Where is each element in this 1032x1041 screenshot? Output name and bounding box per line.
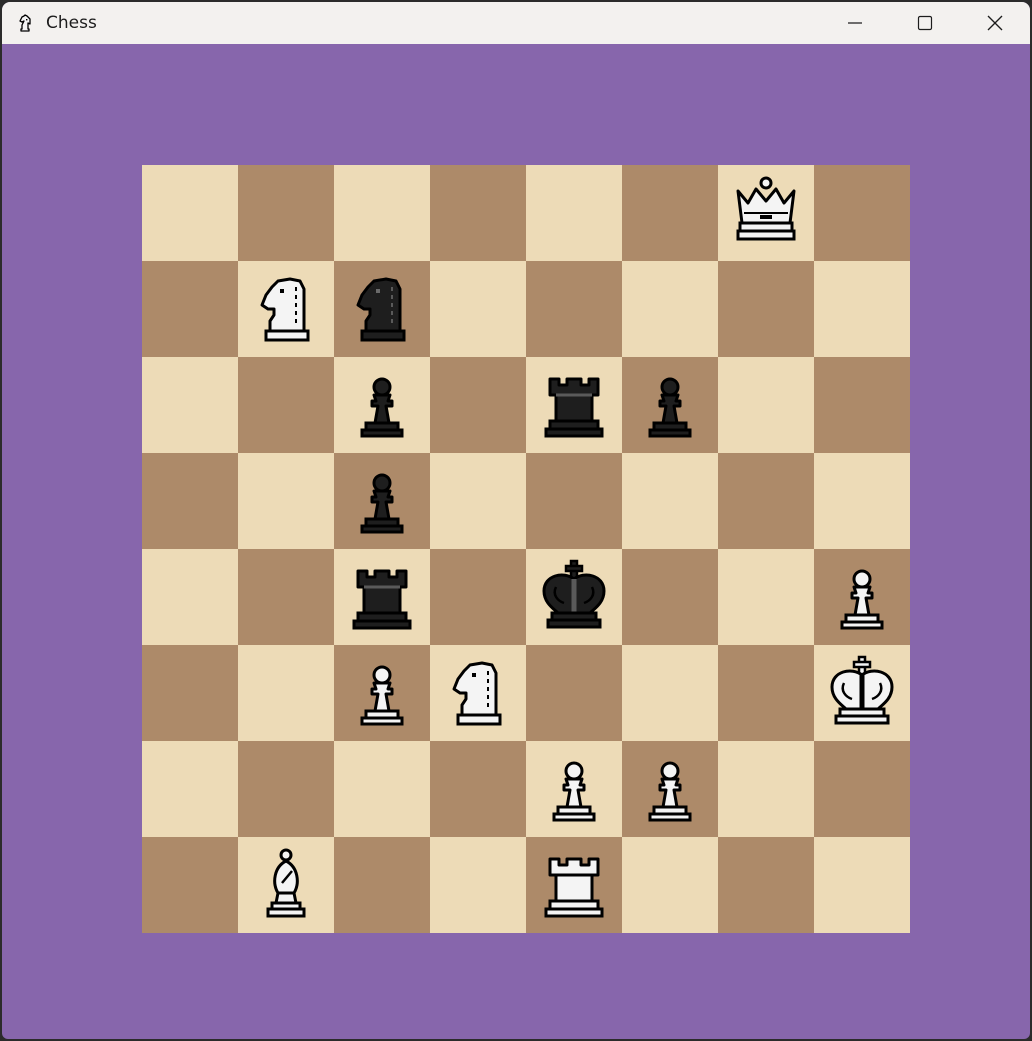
white-pawn-icon[interactable] (630, 749, 710, 829)
square-f5[interactable] (622, 453, 718, 549)
square-e4[interactable] (526, 549, 622, 645)
white-king-icon[interactable] (822, 653, 902, 733)
black-pawn-icon[interactable] (630, 365, 710, 445)
chess-window: Chess (2, 2, 1030, 1039)
square-c3[interactable] (334, 645, 430, 741)
white-pawn-icon[interactable] (822, 557, 902, 637)
square-b1[interactable] (238, 837, 334, 933)
black-pawn-icon[interactable] (342, 461, 422, 541)
black-pawn-icon[interactable] (342, 365, 422, 445)
close-button[interactable] (960, 2, 1030, 44)
square-d8[interactable] (430, 165, 526, 261)
minimize-button[interactable] (820, 2, 890, 44)
square-a7[interactable] (142, 261, 238, 357)
square-a8[interactable] (142, 165, 238, 261)
square-b5[interactable] (238, 453, 334, 549)
square-e5[interactable] (526, 453, 622, 549)
square-b6[interactable] (238, 357, 334, 453)
minimize-icon (848, 22, 862, 24)
square-e1[interactable] (526, 837, 622, 933)
maximize-button[interactable] (890, 2, 960, 44)
square-e6[interactable] (526, 357, 622, 453)
black-rook-icon[interactable] (534, 365, 614, 445)
square-b2[interactable] (238, 741, 334, 837)
title-bar[interactable]: Chess (2, 2, 1030, 44)
square-e2[interactable] (526, 741, 622, 837)
square-g7[interactable] (718, 261, 814, 357)
black-knight-icon[interactable] (342, 269, 422, 349)
maximize-icon (917, 15, 933, 31)
square-c1[interactable] (334, 837, 430, 933)
square-c6[interactable] (334, 357, 430, 453)
square-d2[interactable] (430, 741, 526, 837)
square-f8[interactable] (622, 165, 718, 261)
square-h5[interactable] (814, 453, 910, 549)
square-c4[interactable] (334, 549, 430, 645)
square-b8[interactable] (238, 165, 334, 261)
square-b4[interactable] (238, 549, 334, 645)
square-g1[interactable] (718, 837, 814, 933)
square-e8[interactable] (526, 165, 622, 261)
square-d3[interactable] (430, 645, 526, 741)
square-a2[interactable] (142, 741, 238, 837)
square-c5[interactable] (334, 453, 430, 549)
square-e7[interactable] (526, 261, 622, 357)
square-a3[interactable] (142, 645, 238, 741)
square-f7[interactable] (622, 261, 718, 357)
white-knight-icon[interactable] (246, 269, 326, 349)
chess-board[interactable] (142, 165, 910, 933)
square-g5[interactable] (718, 453, 814, 549)
square-h3[interactable] (814, 645, 910, 741)
white-queen-icon[interactable] (726, 173, 806, 253)
close-icon (987, 15, 1003, 31)
square-f6[interactable] (622, 357, 718, 453)
square-c2[interactable] (334, 741, 430, 837)
square-h6[interactable] (814, 357, 910, 453)
square-d1[interactable] (430, 837, 526, 933)
square-g8[interactable] (718, 165, 814, 261)
white-pawn-icon[interactable] (342, 653, 422, 733)
window-title: Chess (46, 13, 97, 33)
chess-knight-icon (19, 14, 31, 32)
square-c8[interactable] (334, 165, 430, 261)
square-g6[interactable] (718, 357, 814, 453)
square-b3[interactable] (238, 645, 334, 741)
white-knight-icon[interactable] (438, 653, 518, 733)
square-a1[interactable] (142, 837, 238, 933)
square-a6[interactable] (142, 357, 238, 453)
black-rook-icon[interactable] (342, 557, 422, 637)
square-g3[interactable] (718, 645, 814, 741)
white-bishop-icon[interactable] (246, 845, 326, 925)
white-rook-icon[interactable] (534, 845, 614, 925)
square-d5[interactable] (430, 453, 526, 549)
square-a4[interactable] (142, 549, 238, 645)
white-pawn-icon[interactable] (534, 749, 614, 829)
square-f4[interactable] (622, 549, 718, 645)
square-a5[interactable] (142, 453, 238, 549)
square-h8[interactable] (814, 165, 910, 261)
square-d7[interactable] (430, 261, 526, 357)
black-king-icon[interactable] (534, 557, 614, 637)
square-h1[interactable] (814, 837, 910, 933)
square-f2[interactable] (622, 741, 718, 837)
square-f3[interactable] (622, 645, 718, 741)
square-h7[interactable] (814, 261, 910, 357)
square-g2[interactable] (718, 741, 814, 837)
square-h4[interactable] (814, 549, 910, 645)
square-b7[interactable] (238, 261, 334, 357)
square-d6[interactable] (430, 357, 526, 453)
square-e3[interactable] (526, 645, 622, 741)
square-d4[interactable] (430, 549, 526, 645)
square-g4[interactable] (718, 549, 814, 645)
square-h2[interactable] (814, 741, 910, 837)
square-f1[interactable] (622, 837, 718, 933)
square-c7[interactable] (334, 261, 430, 357)
